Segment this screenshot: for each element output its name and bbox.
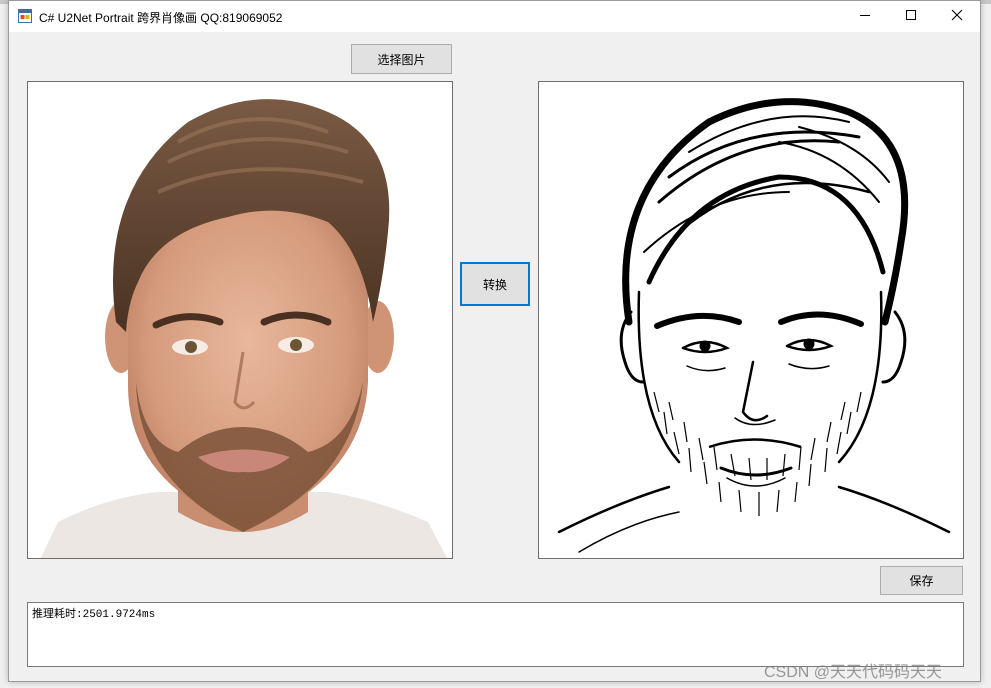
- photo-portrait-image: [28, 82, 452, 558]
- app-window: C# U2Net Portrait 跨界肖像画 QQ:819069052 选择图…: [8, 0, 981, 682]
- minimize-button[interactable]: [842, 1, 888, 32]
- output-image-box: [538, 81, 964, 559]
- maximize-icon: [905, 8, 917, 26]
- csdn-watermark: CSDN @天天代码码天天: [764, 664, 943, 681]
- input-image-box: [27, 81, 453, 559]
- close-icon: [951, 8, 963, 26]
- save-button[interactable]: 保存: [880, 566, 963, 595]
- inference-time-text: 推理耗时:2501.9724ms: [32, 609, 156, 621]
- window-title: C# U2Net Portrait 跨界肖像画 QQ:819069052: [39, 11, 283, 25]
- minimize-icon: [859, 8, 871, 26]
- close-button[interactable]: [934, 1, 980, 32]
- title-bar[interactable]: C# U2Net Portrait 跨界肖像画 QQ:819069052: [9, 1, 980, 32]
- maximize-button[interactable]: [888, 1, 934, 32]
- convert-button[interactable]: 转换: [460, 262, 530, 306]
- app-icon: [18, 9, 32, 23]
- sketch-portrait-image: [539, 82, 963, 558]
- select-image-button[interactable]: 选择图片: [351, 44, 452, 74]
